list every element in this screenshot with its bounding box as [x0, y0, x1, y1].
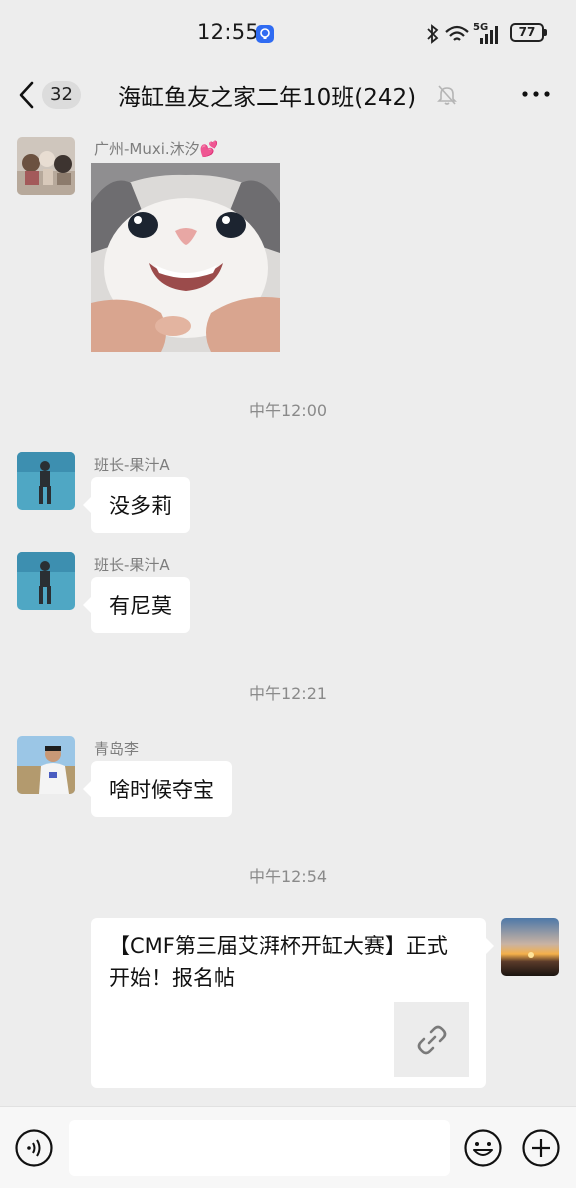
avatar[interactable] [17, 452, 75, 510]
unread-count-badge: 32 [42, 81, 81, 109]
plus-icon [522, 1129, 560, 1167]
text-message-bubble[interactable]: 没多莉 [83, 477, 190, 533]
emoji-button[interactable] [463, 1128, 503, 1172]
sender-name: 青岛李 [94, 740, 140, 758]
chat-header: 32 海缸鱼友之家二年10班(242) [0, 66, 576, 124]
link-thumbnail [394, 1002, 469, 1077]
link-card-message[interactable]: 【CMF第三届艾湃杯开缸大赛】正式开始！报名帖 [91, 918, 494, 1088]
voice-button[interactable] [14, 1128, 54, 1172]
signal-icon [480, 26, 498, 44]
more-dots-icon [522, 91, 550, 97]
bluetooth-icon [427, 24, 439, 44]
avatar[interactable] [17, 736, 75, 794]
sender-name: 班长-果汁A [94, 456, 170, 474]
sender-name: 班长-果汁A [94, 556, 170, 574]
status-icons: 5G [426, 22, 506, 46]
notification-app-icon [256, 25, 274, 43]
avatar[interactable] [17, 137, 75, 195]
back-button[interactable]: 32 [16, 76, 90, 114]
time-divider: 中午12:00 [248, 401, 328, 420]
bell-off-icon [437, 85, 457, 105]
chat-title[interactable]: 海缸鱼友之家二年10班(242) [118, 78, 416, 112]
status-bar: 12:55 5G 77 [0, 0, 576, 66]
image-message[interactable] [91, 163, 280, 352]
wifi-icon [445, 25, 469, 41]
plus-button[interactable] [521, 1128, 561, 1172]
chevron-left-icon [19, 81, 34, 109]
input-bar [0, 1106, 576, 1188]
link-icon [417, 1025, 446, 1054]
cat-smile-sticker [91, 163, 280, 352]
sender-name: 广州-Muxi.沐汐💕 [94, 140, 219, 158]
link-card-title: 【CMF第三届艾湃杯开缸大赛】正式开始！报名帖 [109, 934, 448, 990]
text-message-bubble[interactable]: 啥时候夺宝 [83, 761, 232, 817]
avatar[interactable] [17, 552, 75, 610]
voice-icon [15, 1129, 53, 1167]
emoji-icon [464, 1129, 502, 1167]
chat-messages[interactable]: 广州-Muxi.沐汐💕 中午12:00 班长-果汁A 没多莉 班长-果汁A 有尼… [0, 124, 576, 1106]
message-input[interactable] [69, 1120, 450, 1176]
time-divider: 中午12:21 [248, 684, 328, 703]
self-avatar[interactable] [501, 918, 559, 976]
battery-indicator: 77 [510, 23, 547, 42]
text-message-bubble[interactable]: 有尼莫 [83, 577, 190, 633]
status-time: 12:55 [197, 20, 260, 44]
time-divider: 中午12:54 [248, 867, 328, 886]
more-button[interactable] [518, 80, 554, 108]
